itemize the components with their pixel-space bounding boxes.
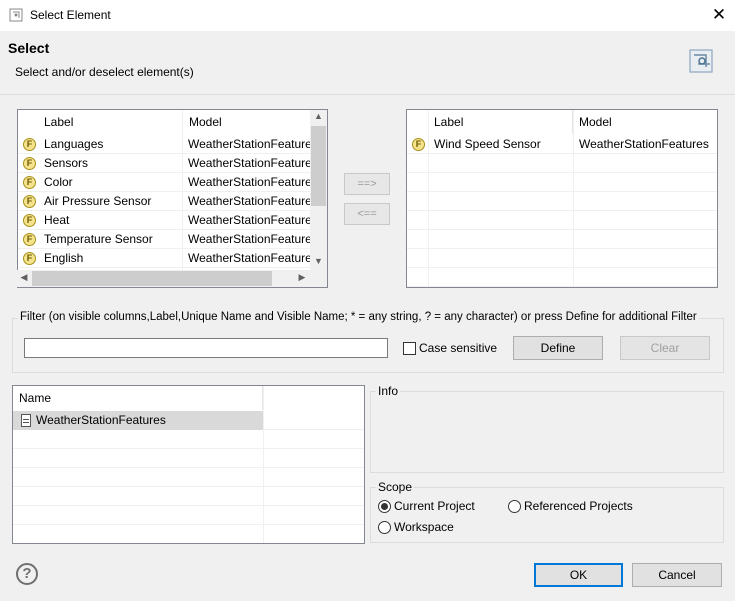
- feature-icon: F: [23, 138, 36, 151]
- define-button[interactable]: Define: [513, 336, 603, 360]
- wizard-banner-icon: [689, 49, 713, 73]
- file-line: [23, 422, 29, 423]
- header-divider: [0, 94, 735, 95]
- row-label: Heat: [44, 213, 70, 227]
- table-row[interactable]: [407, 173, 717, 192]
- column-header-model[interactable]: Model: [183, 110, 313, 134]
- row-model: WeatherStationFeatures: [188, 175, 313, 189]
- table-row[interactable]: [407, 230, 717, 249]
- feature-icon: F: [23, 157, 36, 170]
- feature-icon: F: [23, 214, 36, 227]
- filter-group-label: Filter (on visible columns,Label,Unique …: [18, 311, 699, 323]
- row-label: Color: [44, 175, 73, 189]
- row-model: WeatherStationFeatures: [188, 213, 313, 227]
- table-row[interactable]: F Languages WeatherStationFeatures: [18, 135, 313, 154]
- column-header-model[interactable]: Model: [573, 110, 717, 134]
- row-label: Temperature Sensor: [44, 232, 153, 246]
- table-row[interactable]: [407, 192, 717, 211]
- row-model: WeatherStationFeatures: [188, 137, 313, 151]
- page-subtitle: Select and/or deselect element(s): [15, 65, 194, 79]
- case-sensitive-label: Case sensitive: [419, 341, 498, 355]
- table-row[interactable]: F Sensors WeatherStationFeatures: [18, 154, 313, 173]
- info-group: [370, 391, 724, 473]
- add-selected-button[interactable]: ==>: [344, 173, 390, 195]
- table-row[interactable]: [13, 430, 364, 449]
- clear-button[interactable]: Clear: [620, 336, 710, 360]
- scroll-left-icon[interactable]: ◀: [18, 272, 30, 283]
- scroll-down-icon[interactable]: ▼: [311, 256, 326, 266]
- table-row[interactable]: F Wind Speed Sensor WeatherStationFeatures: [407, 135, 717, 154]
- table-row[interactable]: [13, 468, 364, 487]
- table-row[interactable]: F Air Pressure Sensor WeatherStationFeatur…: [18, 192, 313, 211]
- help-icon[interactable]: ?: [16, 563, 38, 585]
- available-elements-table[interactable]: Label Model F Languages WeatherStationFeat…: [17, 109, 328, 288]
- row-model: WeatherStationFeatures: [579, 137, 709, 151]
- scope-referenced-projects-label: Referenced Projects: [524, 499, 633, 513]
- table-row[interactable]: F English WeatherStationFeatures: [18, 249, 313, 268]
- table-row[interactable]: [13, 506, 364, 525]
- table-row[interactable]: [13, 525, 364, 543]
- close-icon[interactable]: ✕: [706, 3, 732, 27]
- feature-icon: F: [412, 138, 425, 151]
- scope-current-project-radio[interactable]: [378, 500, 391, 513]
- remove-selected-button[interactable]: <==: [344, 203, 390, 225]
- table-row[interactable]: F Temperature Sensor WeatherStationFeature…: [18, 230, 313, 249]
- page-title: Select: [8, 40, 50, 56]
- column-header-label[interactable]: Label: [38, 110, 183, 134]
- feature-icon: F: [23, 252, 36, 265]
- scope-referenced-projects-radio[interactable]: [508, 500, 521, 513]
- row-label: English: [44, 251, 84, 265]
- row-model: WeatherStationFeatures: [188, 194, 313, 208]
- case-sensitive-checkbox[interactable]: [403, 342, 416, 355]
- window-title: Select Element: [30, 8, 111, 22]
- table-row[interactable]: [407, 249, 717, 268]
- scope-workspace-label: Workspace: [394, 520, 454, 534]
- row-model: WeatherStationFeatures: [188, 251, 313, 265]
- table-row[interactable]: [407, 211, 717, 230]
- file-line: [23, 419, 29, 420]
- feature-icon: F: [23, 195, 36, 208]
- cancel-button[interactable]: Cancel: [632, 563, 722, 587]
- select-element-icon: [9, 8, 23, 22]
- ok-button[interactable]: OK: [534, 563, 623, 587]
- column-header-name[interactable]: Name: [13, 386, 263, 410]
- table-row[interactable]: WeatherStationFeatures: [13, 411, 364, 430]
- dialog-header: [0, 31, 735, 94]
- row-label: WeatherStationFeatures: [36, 413, 166, 427]
- feature-icon: F: [23, 233, 36, 246]
- table-row[interactable]: F Heat WeatherStationFeatures: [18, 211, 313, 230]
- table-row[interactable]: F Color WeatherStationFeatures: [18, 173, 313, 192]
- selected-elements-table[interactable]: Label Model F Wind Speed Sensor WeatherSta…: [406, 109, 718, 288]
- row-label: Air Pressure Sensor: [44, 194, 152, 208]
- table-row[interactable]: [13, 487, 364, 506]
- column-header-label[interactable]: Label: [428, 110, 573, 134]
- row-model: WeatherStationFeatures: [188, 232, 313, 246]
- scroll-right-icon[interactable]: ▶: [296, 272, 308, 283]
- table-row[interactable]: [13, 449, 364, 468]
- scope-group: [370, 487, 724, 543]
- info-group-label: Info: [376, 384, 401, 398]
- models-table[interactable]: Name WeatherStationFeatures: [12, 385, 365, 544]
- table-row[interactable]: [407, 268, 717, 287]
- scope-workspace-radio[interactable]: [378, 521, 391, 534]
- scope-group-label: Scope: [376, 480, 415, 494]
- row-model: WeatherStationFeatures: [188, 156, 313, 170]
- scroll-up-icon[interactable]: ▲: [311, 111, 326, 121]
- filter-input[interactable]: [24, 338, 388, 358]
- row-label: Sensors: [44, 156, 89, 170]
- scope-current-project-label: Current Project: [394, 499, 475, 513]
- table-row[interactable]: [407, 154, 717, 173]
- vertical-scroll-thumb[interactable]: [311, 126, 326, 206]
- row-label: Wind Speed Sensor: [434, 137, 541, 151]
- row-label: Languages: [44, 137, 104, 151]
- feature-icon: F: [23, 176, 36, 189]
- model-file-icon: [21, 414, 31, 427]
- horizontal-scroll-thumb[interactable]: [32, 271, 272, 286]
